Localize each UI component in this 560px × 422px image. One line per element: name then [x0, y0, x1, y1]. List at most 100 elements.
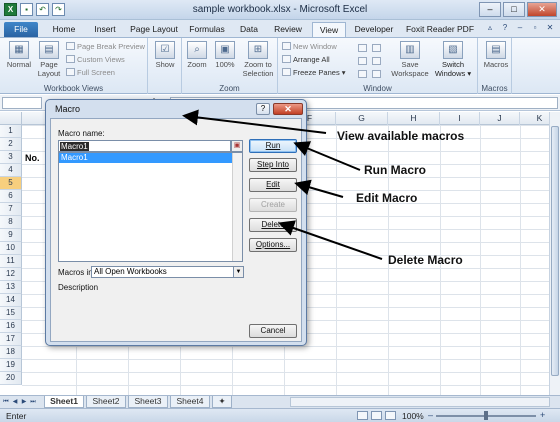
tab-home[interactable]: Home: [46, 22, 82, 37]
page-layout-view-icon[interactable]: [371, 411, 382, 420]
tab-data[interactable]: Data: [234, 22, 264, 37]
normal-view-button[interactable]: ▦ Normal: [4, 41, 34, 69]
prev-sheet-icon[interactable]: ◀: [11, 397, 19, 407]
tab-developer[interactable]: Developer: [350, 22, 398, 37]
row-header[interactable]: 7: [0, 203, 22, 216]
maximize-button[interactable]: □: [503, 2, 525, 17]
row-header[interactable]: 6: [0, 190, 22, 203]
last-sheet-icon[interactable]: ⏭: [29, 397, 37, 407]
dialog-help-button[interactable]: ?: [256, 103, 270, 115]
row-header[interactable]: 3: [0, 151, 22, 164]
collapse-dialog-icon[interactable]: ▣: [231, 140, 243, 152]
tab-page-layout[interactable]: Page Layout: [128, 22, 180, 37]
insert-sheet-icon[interactable]: ✦: [212, 396, 232, 408]
view-side-by-side-button[interactable]: [372, 44, 383, 54]
new-window-button[interactable]: New Window: [282, 42, 337, 52]
row-header[interactable]: 16: [0, 320, 22, 333]
column-header[interactable]: H: [388, 112, 440, 125]
column-header[interactable]: J: [480, 112, 520, 125]
custom-views-button[interactable]: Custom Views: [66, 55, 125, 65]
page-break-view-icon[interactable]: [385, 411, 396, 420]
macro-list-scrollbar[interactable]: [232, 153, 242, 261]
scrollbar-thumb[interactable]: [551, 126, 559, 376]
zoom-in-icon[interactable]: +: [540, 410, 545, 420]
name-box[interactable]: [2, 97, 42, 109]
page-break-preview-button[interactable]: Page Break Preview: [66, 42, 145, 52]
zoom-slider-thumb[interactable]: [484, 411, 488, 420]
sheet-tab-sheet3[interactable]: Sheet3: [128, 396, 168, 408]
sheet-tab-sheet4[interactable]: Sheet4: [170, 396, 210, 408]
tab-foxit-reader-pdf[interactable]: Foxit Reader PDF: [402, 22, 478, 37]
row-header[interactable]: 1: [0, 125, 22, 138]
horizontal-scrollbar[interactable]: [290, 397, 550, 407]
row-header[interactable]: 15: [0, 307, 22, 320]
options-button[interactable]: Options...: [249, 238, 297, 252]
save-workspace-button[interactable]: ▥ Save Workspace: [390, 41, 430, 78]
create-button[interactable]: Create: [249, 198, 297, 212]
unhide-button[interactable]: [358, 70, 369, 80]
window-close-icon[interactable]: ✕: [544, 23, 556, 34]
cell-a3-text[interactable]: No.: [25, 153, 40, 163]
tab-file[interactable]: File: [4, 22, 38, 37]
row-header[interactable]: 18: [0, 346, 22, 359]
macros-in-select[interactable]: All Open Workbooks ▼: [91, 266, 244, 278]
window-restore-icon[interactable]: ▫: [529, 23, 541, 34]
full-screen-button[interactable]: Full Screen: [66, 68, 115, 78]
normal-view-icon[interactable]: [357, 411, 368, 420]
zoom-out-icon[interactable]: –: [428, 410, 433, 420]
window-minimize-icon[interactable]: –: [514, 23, 526, 34]
macro-list[interactable]: Macro1: [58, 152, 243, 262]
sheet-tab-sheet1[interactable]: Sheet1: [44, 396, 84, 408]
show-button[interactable]: ☑ Show: [152, 41, 178, 69]
hide-button[interactable]: [358, 57, 369, 67]
select-all-corner[interactable]: [0, 112, 22, 125]
first-sheet-icon[interactable]: ⏮: [2, 397, 10, 407]
macros-ribbon-button[interactable]: ▤ Macros: [482, 41, 510, 69]
cancel-button[interactable]: Cancel: [249, 324, 297, 338]
macro-list-item[interactable]: Macro1: [59, 153, 242, 163]
run-button[interactable]: Run: [249, 139, 297, 153]
macro-name-input[interactable]: Macro1: [58, 140, 231, 152]
switch-windows-button[interactable]: ▧ Switch Windows ▾: [432, 41, 474, 78]
row-header[interactable]: 11: [0, 255, 22, 268]
row-header[interactable]: 10: [0, 242, 22, 255]
row-header[interactable]: 9: [0, 229, 22, 242]
zoom-level[interactable]: 100%: [402, 411, 424, 421]
row-header[interactable]: 20: [0, 372, 22, 385]
page-layout-view-button[interactable]: ▤ Page Layout: [34, 41, 64, 78]
row-header[interactable]: 8: [0, 216, 22, 229]
row-header[interactable]: 19: [0, 359, 22, 372]
zoom-100-button[interactable]: ▣ 100%: [212, 41, 238, 69]
edit-button[interactable]: Edit: [249, 178, 297, 192]
dialog-close-button[interactable]: ✕: [273, 103, 303, 115]
zoom-slider[interactable]: [436, 411, 536, 420]
close-button[interactable]: ✕: [527, 2, 557, 17]
sheet-tab-sheet2[interactable]: Sheet2: [86, 396, 126, 408]
split-button[interactable]: [358, 44, 369, 54]
vertical-scrollbar[interactable]: [549, 112, 560, 395]
step-into-button[interactable]: Step Into: [249, 158, 297, 172]
column-header[interactable]: I: [440, 112, 480, 125]
delete-button[interactable]: Delete: [249, 218, 297, 232]
row-header[interactable]: 17: [0, 333, 22, 346]
column-header[interactable]: G: [336, 112, 388, 125]
next-sheet-icon[interactable]: ▶: [20, 397, 28, 407]
freeze-panes-button[interactable]: Freeze Panes ▾: [282, 68, 346, 78]
minimize-button[interactable]: –: [479, 2, 501, 17]
row-header[interactable]: 4: [0, 164, 22, 177]
chevron-down-icon[interactable]: ▼: [233, 267, 243, 277]
column-header[interactable]: K: [520, 112, 549, 125]
zoom-to-selection-button[interactable]: ⊞ Zoom to Selection: [240, 41, 276, 78]
tab-formulas[interactable]: Formulas: [186, 22, 228, 37]
tab-view[interactable]: View: [312, 22, 346, 37]
row-header[interactable]: 13: [0, 281, 22, 294]
sync-scrolling-button[interactable]: [372, 57, 383, 67]
arrange-all-button[interactable]: Arrange All: [282, 55, 330, 65]
zoom-button[interactable]: ⌕ Zoom: [184, 41, 210, 69]
minimize-ribbon-icon[interactable]: ▵: [484, 23, 496, 34]
reset-position-button[interactable]: [372, 70, 383, 80]
tab-review[interactable]: Review: [270, 22, 306, 37]
row-header[interactable]: 2: [0, 138, 22, 151]
row-header[interactable]: 14: [0, 294, 22, 307]
row-header[interactable]: 12: [0, 268, 22, 281]
